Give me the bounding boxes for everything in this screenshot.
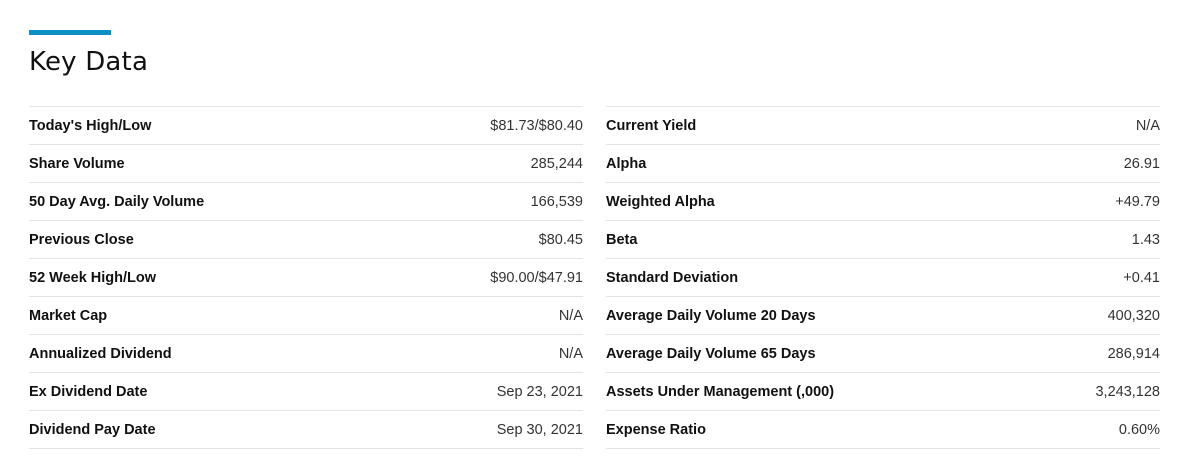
key-data-right-table: Current Yield N/A Alpha 26.91 Weighted A… bbox=[606, 106, 1160, 449]
row-value: Sep 30, 2021 bbox=[496, 421, 583, 438]
key-data-tables: Today's High/Low $81.73/$80.40 Share Vol… bbox=[29, 106, 1160, 449]
table-row: Market Cap N/A bbox=[29, 297, 583, 335]
row-label: 52 Week High/Low bbox=[29, 269, 157, 286]
row-label: Today's High/Low bbox=[29, 117, 152, 134]
table-row: Standard Deviation +0.41 bbox=[606, 259, 1160, 297]
page-title: Key Data bbox=[29, 47, 149, 77]
row-value: $90.00/$47.91 bbox=[490, 269, 583, 286]
table-row: Ex Dividend Date Sep 23, 2021 bbox=[29, 373, 583, 411]
table-row: Current Yield N/A bbox=[606, 107, 1160, 145]
row-label: Annualized Dividend bbox=[29, 345, 172, 362]
table-row: Beta 1.43 bbox=[606, 221, 1160, 259]
row-value: Sep 23, 2021 bbox=[496, 383, 583, 400]
row-label: Assets Under Management (,000) bbox=[606, 383, 835, 400]
row-value: 166,539 bbox=[530, 193, 583, 210]
row-label: Expense Ratio bbox=[606, 421, 706, 438]
row-value: $80.45 bbox=[538, 231, 583, 248]
row-value: N/A bbox=[558, 307, 583, 324]
row-value: 26.91 bbox=[1123, 155, 1160, 172]
row-value: $81.73/$80.40 bbox=[490, 117, 583, 134]
title-accent-bar bbox=[29, 30, 111, 35]
row-label: Share Volume bbox=[29, 155, 125, 172]
row-value: 286,914 bbox=[1107, 345, 1160, 362]
row-label: Previous Close bbox=[29, 231, 134, 248]
row-value: 400,320 bbox=[1107, 307, 1160, 324]
table-row: Annualized Dividend N/A bbox=[29, 335, 583, 373]
row-label: Average Daily Volume 65 Days bbox=[606, 345, 816, 362]
row-label: Current Yield bbox=[606, 117, 697, 134]
row-value: +49.79 bbox=[1115, 193, 1160, 210]
row-label: 50 Day Avg. Daily Volume bbox=[29, 193, 205, 210]
row-value: N/A bbox=[558, 345, 583, 362]
row-value: 285,244 bbox=[530, 155, 583, 172]
row-label: Dividend Pay Date bbox=[29, 421, 156, 438]
row-value: 3,243,128 bbox=[1095, 383, 1160, 400]
table-row: Dividend Pay Date Sep 30, 2021 bbox=[29, 411, 583, 449]
row-value: N/A bbox=[1135, 117, 1160, 134]
table-row: Average Daily Volume 20 Days 400,320 bbox=[606, 297, 1160, 335]
row-label: Beta bbox=[606, 231, 638, 248]
row-label: Average Daily Volume 20 Days bbox=[606, 307, 816, 324]
key-data-left-table: Today's High/Low $81.73/$80.40 Share Vol… bbox=[29, 106, 583, 449]
table-row: Share Volume 285,244 bbox=[29, 145, 583, 183]
table-row: Assets Under Management (,000) 3,243,128 bbox=[606, 373, 1160, 411]
table-row: 52 Week High/Low $90.00/$47.91 bbox=[29, 259, 583, 297]
row-value: 1.43 bbox=[1131, 231, 1160, 248]
row-label: Alpha bbox=[606, 155, 647, 172]
row-label: Market Cap bbox=[29, 307, 108, 324]
row-label: Standard Deviation bbox=[606, 269, 739, 286]
row-label: Weighted Alpha bbox=[606, 193, 715, 210]
table-row: 50 Day Avg. Daily Volume 166,539 bbox=[29, 183, 583, 221]
row-value: +0.41 bbox=[1123, 269, 1160, 286]
table-row: Average Daily Volume 65 Days 286,914 bbox=[606, 335, 1160, 373]
table-row: Weighted Alpha +49.79 bbox=[606, 183, 1160, 221]
table-row: Today's High/Low $81.73/$80.40 bbox=[29, 107, 583, 145]
table-row: Alpha 26.91 bbox=[606, 145, 1160, 183]
table-row: Expense Ratio 0.60% bbox=[606, 411, 1160, 449]
row-value: 0.60% bbox=[1118, 421, 1160, 438]
table-row: Previous Close $80.45 bbox=[29, 221, 583, 259]
key-data-section: Key Data Today's High/Low $81.73/$80.40 … bbox=[29, 30, 1160, 449]
row-label: Ex Dividend Date bbox=[29, 383, 148, 400]
